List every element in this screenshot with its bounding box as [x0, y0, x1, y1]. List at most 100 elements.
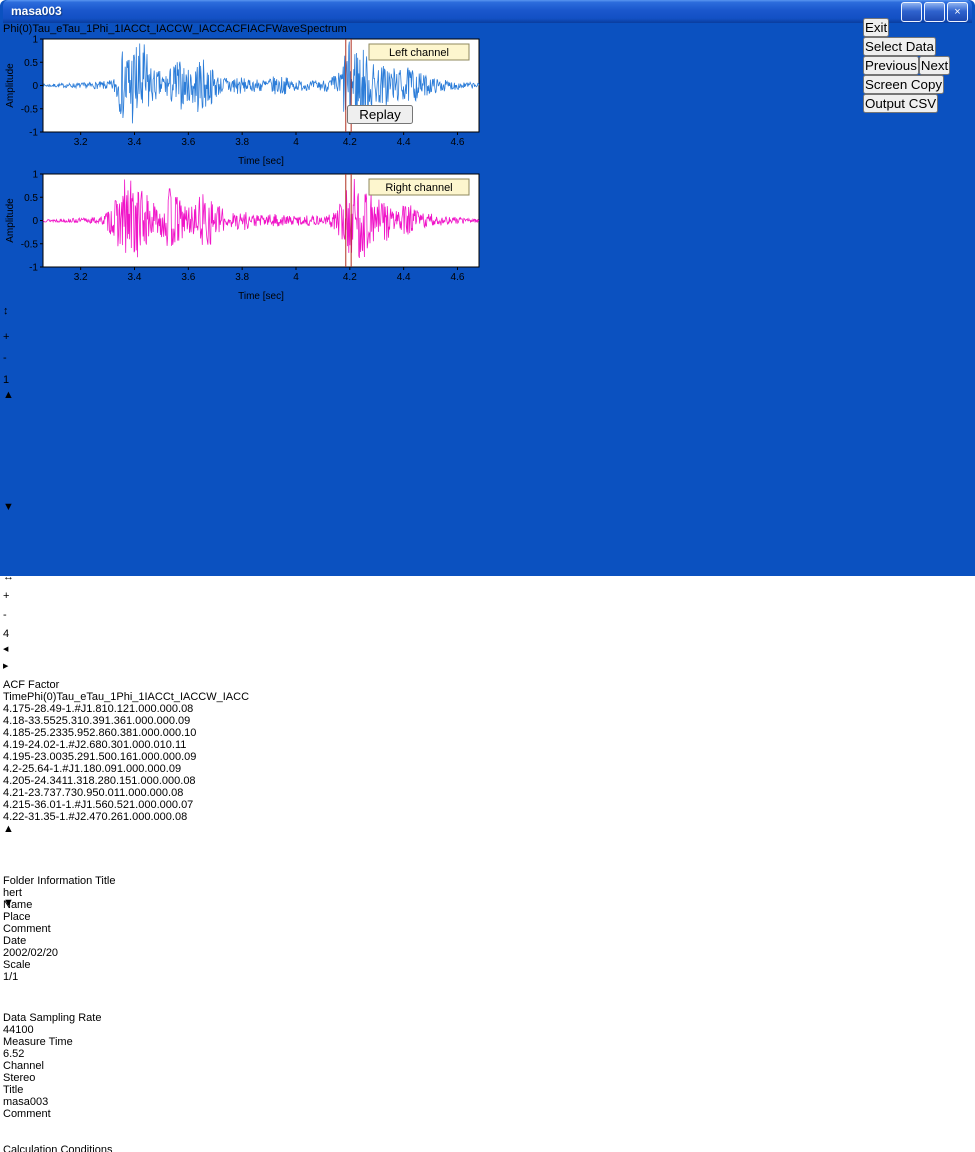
sampling-rate-field[interactable]: 44100 — [3, 1024, 51, 1036]
tab-phi-1[interactable]: Phi_1 — [92, 23, 120, 35]
acf-table: TimePhi(0)Tau_eTau_1Phi_1IACCt_IACCW_IAC… — [3, 691, 509, 857]
cell: 0.11 — [166, 739, 187, 751]
scale-field[interactable]: 1/1 — [3, 971, 45, 983]
table-row[interactable]: 4.205-24.3411.318.280.151.000.000.08 — [3, 775, 509, 787]
scroll-down-button[interactable]: ▼ — [3, 501, 972, 513]
cell: 0.00 — [147, 715, 168, 727]
data-title-field[interactable]: masa003 — [3, 1096, 191, 1108]
x-tick-label: 3.2 — [74, 272, 88, 283]
title-label: Title — [95, 875, 115, 887]
cell: 1.00 — [132, 727, 153, 739]
folder-title-field[interactable]: hert — [3, 887, 165, 899]
output-csv-button[interactable]: Output CSV — [863, 94, 938, 113]
tab-spectrum[interactable]: Spectrum — [300, 23, 347, 35]
cell: -1.#J — [56, 811, 80, 823]
zoom-out-vertical-button[interactable]: - — [3, 352, 20, 373]
tab-iacc[interactable]: IACC — [120, 23, 146, 35]
zoom-out-icon: - — [3, 609, 7, 621]
cell: 0.38 — [111, 727, 132, 739]
y-tick-label: 0.5 — [24, 193, 38, 204]
zoom-in-icon: + — [3, 590, 9, 602]
x-tick-label: 4.2 — [343, 272, 357, 283]
scroll-left-button[interactable]: ◀ — [3, 645, 19, 662]
table-row[interactable]: 4.175-28.49-1.#J1.810.121.000.000.08 — [3, 703, 509, 715]
table-row[interactable]: 4.18-33.5525.310.391.361.000.000.09 — [3, 715, 509, 727]
tab-iacf[interactable]: IACF — [247, 23, 272, 35]
cell: 0.09 — [160, 763, 181, 775]
column-header-tau-1[interactable]: Tau_1 — [86, 691, 116, 703]
folder-information-group: Folder Information Title hert Name Place… — [3, 875, 259, 1012]
column-header-time[interactable]: Time — [3, 691, 27, 703]
cell: 4.205 — [3, 775, 31, 787]
table-row[interactable]: 4.22-31.35-1.#J2.470.261.000.000.08 — [3, 811, 509, 823]
x-tick-label: 4.2 — [343, 137, 357, 148]
tab-phi-0-[interactable]: Phi(0) — [3, 23, 32, 35]
cell: 0.00 — [150, 799, 171, 811]
cell: 0.07 — [172, 799, 193, 811]
close-icon: × — [954, 6, 960, 18]
fit-vertical-button[interactable]: ↕ — [3, 305, 20, 331]
column-header-phi-0-[interactable]: Phi(0) — [27, 691, 56, 703]
channel-field[interactable]: Stereo — [3, 1072, 51, 1084]
cell: 0.39 — [83, 715, 104, 727]
cell: 1.00 — [123, 739, 144, 751]
right-channel-chart[interactable]: 10.50-0.5-13.23.43.63.844.24.44.6Amplitu… — [3, 170, 486, 303]
column-header-phi-1[interactable]: Phi_1 — [116, 691, 144, 703]
next-button[interactable]: Next — [919, 56, 950, 75]
previous-button[interactable]: Previous — [863, 56, 919, 75]
y-tick-label: -1 — [29, 263, 38, 274]
tab-t-iacc[interactable]: t_IACC — [147, 23, 182, 35]
folder-date-field[interactable]: 2002/02/20 — [3, 947, 83, 959]
title-bar[interactable]: masa003 × — [3, 0, 972, 23]
column-header-iacc[interactable]: IACC — [145, 691, 171, 703]
y-tick-label: -1 — [29, 128, 38, 139]
scroll-right-button[interactable]: ▶ — [3, 662, 19, 679]
vertical-scrollbar-track[interactable] — [3, 401, 972, 501]
cell: 0.00 — [138, 763, 159, 775]
tab-wave[interactable]: Wave — [272, 23, 300, 35]
cell: 1.56 — [86, 799, 107, 811]
table-row[interactable]: 4.185-25.2335.952.860.381.000.000.10 — [3, 727, 509, 739]
table-row[interactable]: 4.215-36.01-1.#J1.560.521.000.000.07 — [3, 799, 509, 811]
sampling-rate-label: Sampling Rate — [29, 1012, 101, 1024]
chart-vertical-scrollbar[interactable]: ▲ ▼ — [3, 389, 972, 571]
table-row[interactable]: 4.195-23.0035.291.500.161.000.000.09 — [3, 751, 509, 763]
column-header-t-iacc[interactable]: t_IACC — [171, 691, 206, 703]
left-channel-chart[interactable]: 10.50-0.5-13.23.43.63.844.24.44.6Amplitu… — [3, 35, 486, 168]
table-row[interactable]: 4.19-24.02-1.#J2.680.301.000.010.11 — [3, 739, 509, 751]
fit-horizontal-icon: ↔ — [3, 571, 14, 583]
table-row[interactable]: 4.2-25.64-1.#J1.180.091.000.000.09 — [3, 763, 509, 775]
tab-tau-e[interactable]: Tau_e — [32, 23, 62, 35]
column-header-w-iacc[interactable]: W_IACC — [206, 691, 249, 703]
measure-time-field[interactable]: 6.52 — [3, 1048, 51, 1060]
screen-copy-button[interactable]: Screen Copy — [863, 75, 944, 94]
select-data-button[interactable]: Select Data — [863, 37, 936, 56]
replay-button[interactable]: Replay — [347, 105, 413, 124]
comment-label: Comment — [3, 923, 51, 935]
cell: 0.08 — [174, 775, 195, 787]
cell: 0.00 — [144, 811, 165, 823]
scroll-up-button[interactable]: ▲ — [3, 823, 19, 835]
tab-w-iacc[interactable]: W_IACC — [182, 23, 225, 35]
table-row[interactable]: 4.21-23.737.730.950.011.000.000.08 — [3, 787, 509, 799]
window-title: masa003 — [11, 4, 62, 18]
cell: 0.01 — [98, 787, 119, 799]
cell: -1.#J — [56, 739, 80, 751]
cell: 4.185 — [3, 727, 31, 739]
zoom-level-field[interactable]: 4 — [3, 628, 30, 645]
tab-acf[interactable]: ACF — [225, 23, 247, 35]
x-tick-label: 4.6 — [451, 137, 465, 148]
zoom-out-horizontal-button[interactable]: - — [3, 609, 26, 628]
vertical-scrollbar-thumb[interactable] — [3, 401, 972, 501]
exit-button[interactable]: Exit — [863, 18, 889, 37]
zoom-in-vertical-button[interactable]: + — [3, 331, 20, 352]
scroll-up-button[interactable]: ▲ — [3, 389, 972, 401]
zoom-in-horizontal-button[interactable]: + — [3, 590, 26, 609]
tab-tau-1[interactable]: Tau_1 — [62, 23, 92, 35]
cell: 0.15 — [110, 775, 131, 787]
y-tick-label: -0.5 — [21, 104, 39, 115]
cell: 4.195 — [3, 751, 31, 763]
date-label: Date — [3, 935, 26, 947]
fit-horizontal-button[interactable]: ↔ — [3, 571, 26, 590]
column-header-tau-e[interactable]: Tau_e — [56, 691, 86, 703]
